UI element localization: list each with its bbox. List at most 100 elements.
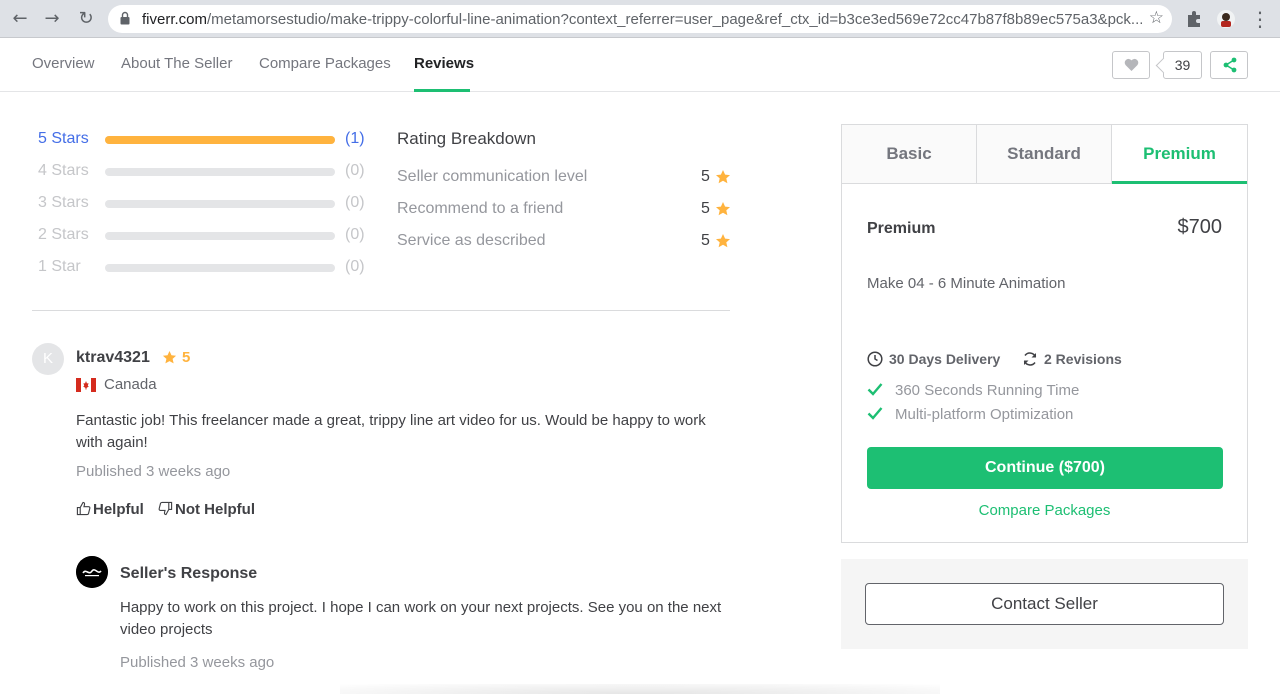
back-arrow-icon[interactable]: ←	[10, 9, 30, 29]
reviewer-country: Canada	[104, 376, 157, 393]
address-bar[interactable]: fiverr.com/metamorsestudio/make-trippy-c…	[108, 5, 1172, 33]
thumbs-down-icon	[158, 501, 173, 516]
reload-icon[interactable]: ↻	[76, 9, 96, 29]
continue-button[interactable]: Continue ($700)	[867, 447, 1223, 489]
star-breakdown-row: 1 Star (0)	[38, 258, 368, 278]
package-card: Basic Standard Premium Premium $700 Make…	[841, 124, 1248, 543]
star-level-count: (0)	[345, 226, 365, 243]
likes-count: 39	[1163, 51, 1202, 79]
tab-overview[interactable]: Overview	[32, 55, 95, 72]
rating-breakdown-title: Rating Breakdown	[397, 129, 536, 148]
rating-criterion-score: 5	[701, 200, 710, 217]
star-icon	[162, 350, 177, 364]
profile-avatar-icon[interactable]	[1216, 9, 1236, 29]
star-icon	[716, 234, 730, 248]
rating-bar-track	[105, 232, 335, 240]
rating-breakdown-row: Recommend to a friend 5	[397, 200, 732, 220]
review-published-date: Published 3 weeks ago	[76, 463, 231, 480]
browser-menu-icon[interactable]: ⋮	[1250, 9, 1270, 29]
seller-response-date: Published 3 weeks ago	[120, 654, 275, 671]
package-feature: Multi-platform Optimization	[867, 406, 1073, 423]
rating-breakdown-row: Seller communication level 5	[397, 168, 732, 188]
rating-bar-track	[105, 200, 335, 208]
star-level-label: 3 Stars	[38, 194, 89, 211]
rating-breakdown-row: Service as described 5	[397, 232, 732, 252]
refresh-icon	[1023, 352, 1037, 366]
star-level-label: 4 Stars	[38, 162, 89, 179]
review-rating: 5	[182, 349, 191, 366]
rating-bar-fill	[105, 136, 335, 144]
tab-reviews[interactable]: Reviews	[414, 55, 474, 72]
tab-compare-packages[interactable]: Compare Packages	[259, 55, 391, 72]
checkmark-icon	[867, 383, 883, 396]
seller-logo-icon	[76, 556, 108, 588]
star-level-count: (0)	[345, 258, 365, 275]
star-level-label: 2 Stars	[38, 226, 89, 243]
review-text: Fantastic job! This freelancer made a gr…	[76, 412, 706, 451]
contact-seller-button[interactable]: Contact Seller	[865, 583, 1224, 625]
rating-bar-track	[105, 136, 335, 144]
tab-about-seller[interactable]: About The Seller	[121, 55, 232, 72]
seller-response-title: Seller's Response	[120, 565, 258, 582]
helpful-label: Helpful	[93, 501, 144, 518]
feature-label: 360 Seconds Running Time	[895, 382, 1080, 399]
contact-panel: Contact Seller	[841, 559, 1248, 649]
rating-bar-track	[105, 264, 335, 272]
reviewer-avatar: K	[32, 343, 64, 375]
rating-bar-track	[105, 168, 335, 176]
url-text: fiverr.com/metamorsestudio/make-trippy-c…	[142, 11, 1142, 28]
browser-toolbar: ← → ↻ fiverr.com/metamorsestudio/make-tr…	[0, 0, 1280, 38]
rating-criterion-label: Recommend to a friend	[397, 200, 564, 217]
revisions-label: 2 Revisions	[1044, 351, 1122, 367]
package-tab-premium[interactable]: Premium	[1112, 125, 1247, 184]
url-domain: fiverr.com	[142, 11, 208, 28]
rating-criterion-score: 5	[701, 232, 710, 249]
star-level-count: (0)	[345, 162, 365, 179]
package-tab-basic[interactable]: Basic	[842, 125, 977, 184]
star-level-count: (1)	[345, 130, 365, 147]
clock-icon	[867, 351, 883, 367]
helpful-button[interactable]: Helpful	[76, 501, 144, 518]
forward-arrow-icon[interactable]: →	[42, 9, 62, 29]
checkmark-icon	[867, 407, 883, 420]
package-feature: 360 Seconds Running Time	[867, 382, 1079, 399]
save-to-list-button[interactable]	[1112, 51, 1150, 79]
star-level-label: 5 Stars	[38, 130, 89, 147]
share-icon	[1223, 57, 1237, 73]
compare-packages-link[interactable]: Compare Packages	[842, 502, 1247, 519]
delivery-time: 30 Days Delivery	[867, 351, 1000, 367]
star-breakdown-row[interactable]: 5 Stars (1)	[38, 130, 368, 150]
package-tab-standard[interactable]: Standard	[977, 125, 1112, 184]
rating-criterion-label: Service as described	[397, 232, 546, 249]
thumbs-up-icon	[76, 501, 91, 516]
star-icon	[716, 170, 730, 184]
lock-icon	[120, 11, 130, 25]
active-tab-indicator	[414, 89, 470, 92]
star-breakdown-row: 2 Stars (0)	[38, 226, 368, 246]
star-level-label: 1 Star	[38, 258, 81, 275]
not-helpful-button[interactable]: Not Helpful	[158, 501, 255, 518]
extensions-puzzle-icon[interactable]	[1184, 9, 1204, 29]
url-path: /metamorsestudio/make-trippy-colorful-li…	[207, 11, 1142, 28]
not-helpful-label: Not Helpful	[175, 501, 255, 518]
star-breakdown-row: 3 Stars (0)	[38, 194, 368, 214]
seller-response-text: Happy to work on this project. I hope I …	[120, 599, 722, 638]
rating-criterion-score: 5	[701, 168, 710, 185]
package-price: $700	[1177, 216, 1223, 238]
bookmark-star-icon[interactable]: ☆	[1149, 8, 1164, 28]
heart-icon	[1124, 58, 1139, 71]
feature-label: Multi-platform Optimization	[895, 406, 1074, 423]
package-description: Make 04 - 6 Minute Animation	[867, 275, 1066, 292]
star-icon	[716, 202, 730, 216]
gig-tab-nav: Overview About The Seller Compare Packag…	[0, 38, 1280, 92]
revisions-count: 2 Revisions	[1022, 351, 1122, 367]
canada-flag-icon	[76, 378, 96, 392]
section-divider	[32, 310, 730, 311]
rating-criterion-label: Seller communication level	[397, 168, 588, 185]
bottom-scroll-shadow	[340, 684, 940, 694]
delivery-label: 30 Days Delivery	[889, 351, 1001, 367]
reviewer-username: ktrav4321	[76, 349, 150, 366]
star-level-count: (0)	[345, 194, 365, 211]
package-name: Premium	[867, 220, 936, 237]
share-button[interactable]	[1210, 51, 1248, 79]
